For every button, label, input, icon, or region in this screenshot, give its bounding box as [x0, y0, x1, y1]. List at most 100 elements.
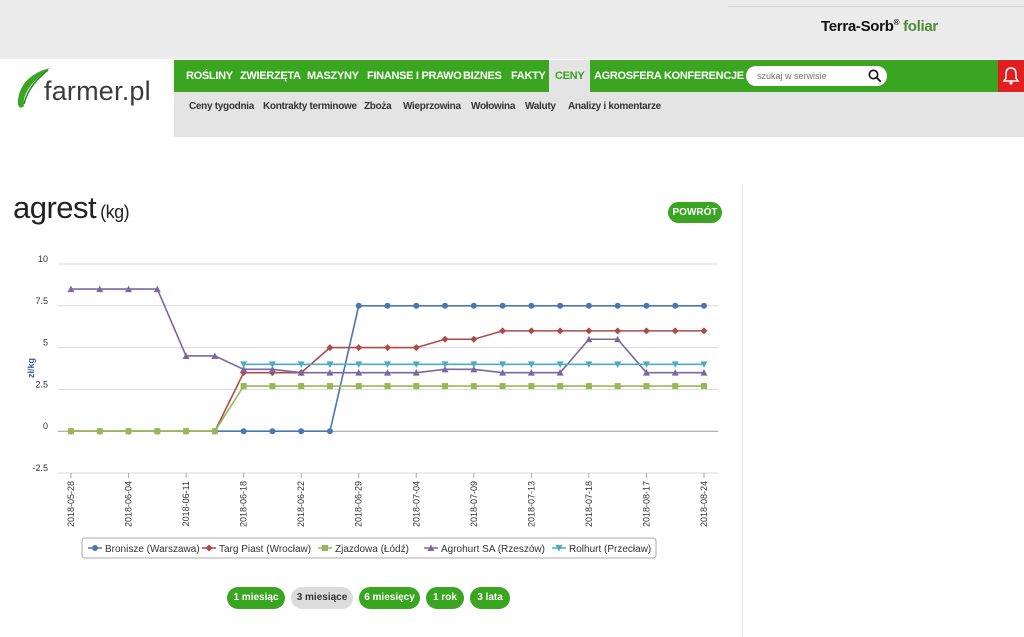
- data-point: [125, 428, 132, 435]
- data-point: [298, 383, 305, 390]
- data-point: [269, 428, 276, 435]
- data-point: [614, 302, 621, 309]
- subnav-item-5[interactable]: Waluty: [525, 101, 556, 112]
- legend-label: Zjazdowa (Łódź): [335, 544, 409, 555]
- subnav-item-4[interactable]: Wołowina: [471, 101, 515, 112]
- x-tick-label: 2018-07-09: [469, 481, 479, 527]
- x-tick-label: 2018-06-11: [181, 481, 191, 526]
- sub-nav: Ceny tygodnia Kontrakty terminowe Zboża Wie…: [174, 92, 1024, 137]
- data-point: [585, 302, 592, 309]
- data-point: [499, 327, 507, 335]
- y-axis-label: zł/kg: [26, 358, 36, 378]
- y-tick-label: 0: [43, 421, 48, 431]
- subnav-item-1[interactable]: Kontrakty terminowe: [263, 101, 357, 112]
- data-point: [442, 383, 449, 390]
- data-point: [470, 335, 478, 343]
- data-point: [701, 383, 707, 390]
- data-point: [298, 428, 305, 435]
- subnav-item-3[interactable]: Wieprzowina: [403, 101, 461, 112]
- content-divider: [742, 184, 743, 637]
- price-chart: -2.5 0 2.5 5 7.5 10 zł/kg 2018-05-28 2018-06-04 2…: [26, 254, 718, 559]
- nav-item-agrosfera[interactable]: AGROSFERA: [588, 60, 668, 92]
- data-point: [585, 383, 592, 390]
- site-logo[interactable]: farmer.pl: [14, 66, 164, 112]
- nav-item-zwierzeta[interactable]: ZWIERZĘTA: [234, 60, 307, 92]
- data-point: [68, 428, 74, 435]
- promo-brand: Terra-Sorb: [821, 18, 894, 35]
- nav-item-fakty[interactable]: FAKTY: [505, 60, 552, 92]
- x-tick-label: 2018-08-24: [699, 481, 709, 527]
- data-point: [672, 383, 679, 390]
- range-button-3[interactable]: 1 rok: [426, 587, 464, 609]
- data-point: [643, 302, 650, 309]
- x-tick-label: 2018-07-04: [411, 481, 421, 527]
- data-point: [585, 327, 593, 335]
- data-point: [527, 327, 535, 335]
- data-point: [384, 344, 391, 352]
- data-point: [326, 428, 333, 435]
- notifications-button[interactable]: [998, 60, 1024, 92]
- promo-banner[interactable]: Terra-Sorb® foliar: [821, 18, 938, 35]
- y-tick-label: -2.5: [32, 463, 48, 473]
- nav-item-maszyny[interactable]: MASZYNY: [301, 60, 365, 92]
- y-tick-label: 7.5: [35, 296, 48, 306]
- nav-item-konferencje[interactable]: KONFERENCJE: [658, 60, 750, 92]
- range-button-1[interactable]: 3 miesiące: [291, 587, 353, 609]
- data-point: [499, 383, 506, 390]
- data-point: [154, 428, 161, 435]
- top-divider: [728, 6, 1024, 7]
- legend-label: Targ Piast (Wrocław): [219, 544, 311, 555]
- data-point: [355, 302, 362, 309]
- search-input[interactable]: [757, 68, 857, 84]
- data-point: [384, 302, 391, 309]
- nav-tail: [970, 60, 998, 92]
- top-ad-bar: Terra-Sorb® foliar: [0, 0, 1024, 59]
- search-icon[interactable]: [868, 69, 882, 83]
- data-point: [269, 383, 276, 390]
- data-point: [528, 302, 535, 309]
- data-point: [183, 428, 190, 435]
- subnav-item-2[interactable]: Zboża: [364, 101, 392, 112]
- legend-label: Bronisze (Warszawa): [105, 544, 200, 555]
- range-button-0[interactable]: 1 miesiąc: [227, 587, 285, 609]
- nav-item-ceny[interactable]: CENY: [549, 60, 591, 92]
- data-point: [557, 383, 564, 390]
- data-point: [528, 383, 535, 390]
- back-button[interactable]: POWRÓT: [668, 202, 722, 223]
- search-box[interactable]: [746, 66, 887, 86]
- range-button-4[interactable]: 3 lata: [470, 587, 510, 609]
- bell-icon: [1002, 67, 1020, 85]
- x-tick-label: 2018-06-04: [124, 481, 134, 527]
- y-tick-label: 2.5: [35, 379, 48, 389]
- data-point: [442, 302, 449, 309]
- data-point: [642, 327, 650, 335]
- legend-marker: [322, 545, 328, 551]
- y-tick-label: 10: [38, 254, 48, 264]
- data-point: [499, 302, 506, 309]
- data-point: [326, 383, 333, 390]
- nav-item-biznes[interactable]: BIZNES: [457, 60, 508, 92]
- y-tick-label: 5: [43, 338, 48, 348]
- subnav-item-6[interactable]: Analizy i komentarze: [568, 101, 661, 112]
- x-tick-label: 2018-06-18: [239, 481, 249, 527]
- range-button-2[interactable]: 6 miesięcy: [359, 587, 420, 609]
- data-point: [470, 302, 477, 309]
- legend-label: Rolhurt (Przecław): [569, 544, 651, 555]
- data-point: [240, 428, 247, 435]
- data-point: [355, 344, 363, 352]
- data-point: [96, 428, 103, 435]
- data-point: [413, 383, 420, 390]
- data-point: [240, 383, 247, 390]
- subnav-item-0[interactable]: Ceny tygodnia: [189, 101, 254, 112]
- nav-item-finanse[interactable]: FINANSE I PRAWO: [361, 60, 468, 92]
- data-point: [701, 302, 707, 309]
- data-point: [355, 383, 362, 390]
- x-tick-label: 2018-07-18: [584, 481, 594, 527]
- x-tick-label: 2018-06-22: [296, 481, 306, 527]
- nav-item-rosliny[interactable]: ROŚLINY: [180, 60, 239, 92]
- x-tick-label: 2018-05-28: [66, 481, 76, 527]
- data-point: [557, 302, 564, 309]
- data-point: [384, 383, 391, 390]
- x-tick-label: 2018-08-17: [641, 481, 651, 527]
- x-tick-label: 2018-07-13: [526, 481, 536, 527]
